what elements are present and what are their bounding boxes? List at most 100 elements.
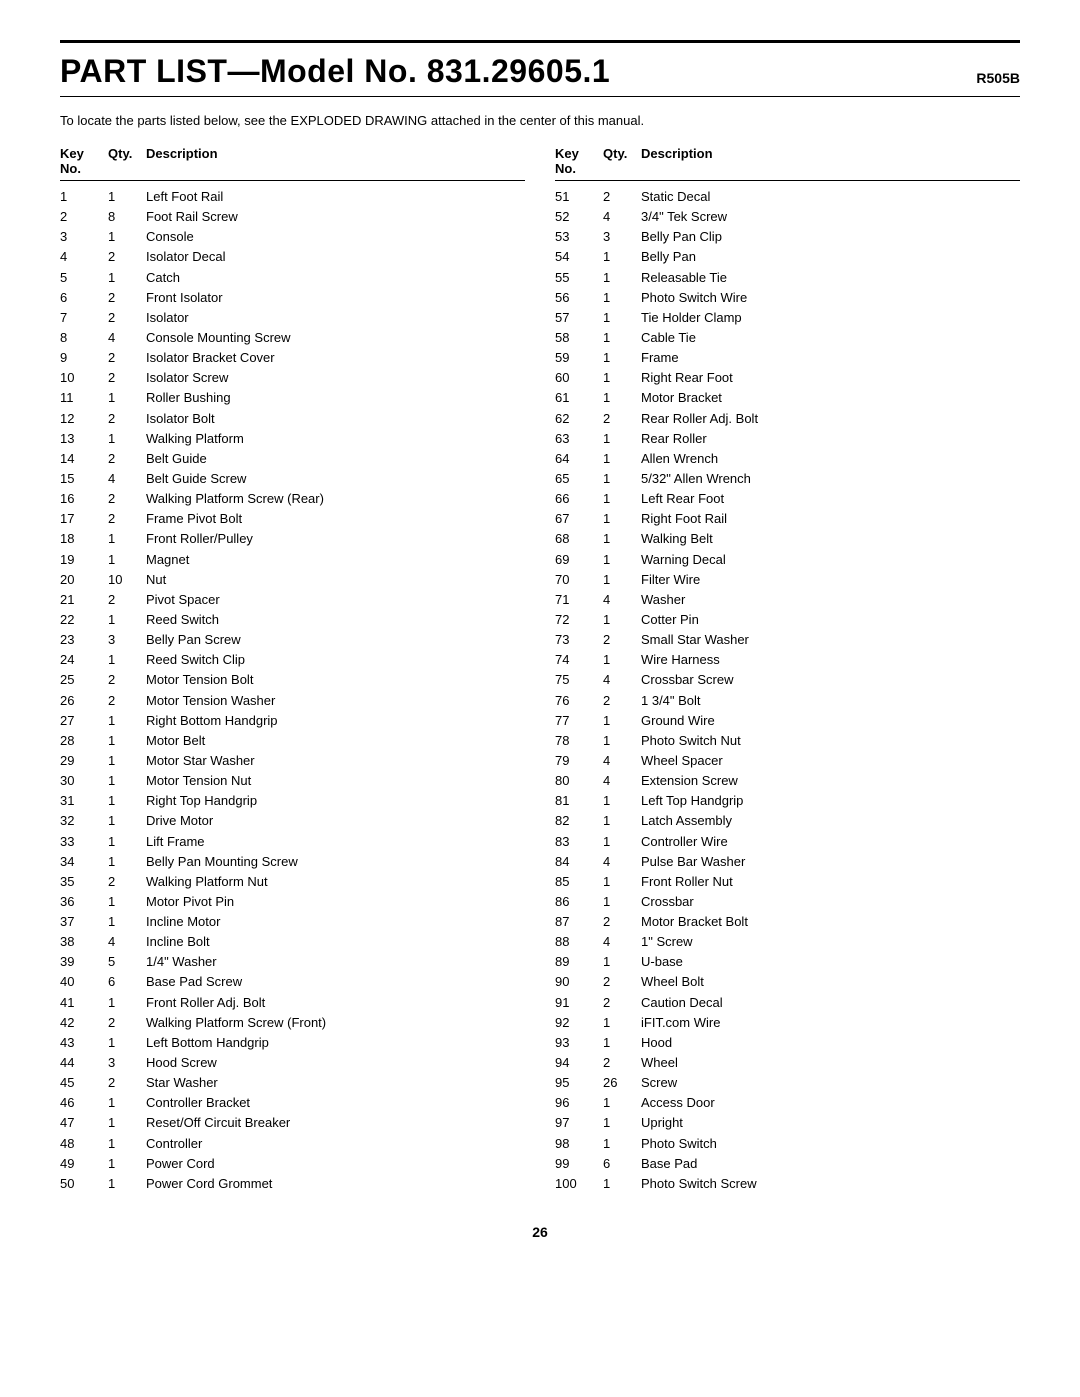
part-keyno: 48 — [60, 1134, 108, 1154]
part-keyno: 75 — [555, 670, 603, 690]
part-qty: 2 — [108, 368, 146, 388]
table-row: 98 1 Photo Switch — [555, 1134, 1020, 1154]
part-keyno: 11 — [60, 388, 108, 408]
table-row: 63 1 Rear Roller — [555, 429, 1020, 449]
part-qty: 1 — [603, 469, 641, 489]
part-desc: Screw — [641, 1073, 1020, 1093]
part-desc: Reed Switch Clip — [146, 650, 525, 670]
left-header-qty: Qty. — [108, 146, 146, 176]
part-qty: 1 — [603, 570, 641, 590]
part-keyno: 47 — [60, 1113, 108, 1133]
part-qty: 1 — [603, 328, 641, 348]
part-qty: 1 — [603, 368, 641, 388]
part-keyno: 61 — [555, 388, 603, 408]
part-desc: Photo Switch — [641, 1134, 1020, 1154]
table-row: 29 1 Motor Star Washer — [60, 751, 525, 771]
part-keyno: 59 — [555, 348, 603, 368]
table-row: 92 1 iFIT.com Wire — [555, 1013, 1020, 1033]
table-row: 85 1 Front Roller Nut — [555, 872, 1020, 892]
part-keyno: 69 — [555, 550, 603, 570]
part-desc: Allen Wrench — [641, 449, 1020, 469]
table-row: 34 1 Belly Pan Mounting Screw — [60, 852, 525, 872]
part-qty: 1 — [108, 832, 146, 852]
part-keyno: 18 — [60, 529, 108, 549]
part-qty: 2 — [603, 630, 641, 650]
part-qty: 1 — [108, 811, 146, 831]
part-desc: Motor Tension Nut — [146, 771, 525, 791]
part-qty: 1 — [603, 1174, 641, 1194]
part-qty: 2 — [108, 509, 146, 529]
part-keyno: 41 — [60, 993, 108, 1013]
table-row: 16 2 Walking Platform Screw (Rear) — [60, 489, 525, 509]
part-desc: Walking Platform — [146, 429, 525, 449]
part-qty: 1 — [108, 550, 146, 570]
part-keyno: 19 — [60, 550, 108, 570]
part-keyno: 34 — [60, 852, 108, 872]
part-keyno: 43 — [60, 1033, 108, 1053]
part-desc: Extension Screw — [641, 771, 1020, 791]
table-row: 48 1 Controller — [60, 1134, 525, 1154]
part-qty: 1 — [108, 1033, 146, 1053]
part-qty: 5 — [108, 952, 146, 972]
table-row: 58 1 Cable Tie — [555, 328, 1020, 348]
part-qty: 2 — [603, 409, 641, 429]
part-keyno: 26 — [60, 691, 108, 711]
part-desc: Belly Pan Mounting Screw — [146, 852, 525, 872]
table-row: 82 1 Latch Assembly — [555, 811, 1020, 831]
part-desc: Right Bottom Handgrip — [146, 711, 525, 731]
part-keyno: 65 — [555, 469, 603, 489]
part-desc: Isolator Bracket Cover — [146, 348, 525, 368]
part-desc: Incline Motor — [146, 912, 525, 932]
part-desc: iFIT.com Wire — [641, 1013, 1020, 1033]
part-qty: 1 — [108, 650, 146, 670]
table-row: 10 2 Isolator Screw — [60, 368, 525, 388]
part-desc: Cable Tie — [641, 328, 1020, 348]
part-qty: 1 — [108, 187, 146, 207]
part-qty: 1 — [108, 1134, 146, 1154]
part-desc: Motor Tension Bolt — [146, 670, 525, 690]
part-desc: Washer — [641, 590, 1020, 610]
part-desc: Walking Platform Screw (Rear) — [146, 489, 525, 509]
part-keyno: 96 — [555, 1093, 603, 1113]
part-qty: 1 — [603, 388, 641, 408]
part-keyno: 91 — [555, 993, 603, 1013]
part-keyno: 25 — [60, 670, 108, 690]
part-keyno: 23 — [60, 630, 108, 650]
part-keyno: 46 — [60, 1093, 108, 1113]
table-row: 38 4 Incline Bolt — [60, 932, 525, 952]
part-desc: U-base — [641, 952, 1020, 972]
table-row: 81 1 Left Top Handgrip — [555, 791, 1020, 811]
part-desc: Right Rear Foot — [641, 368, 1020, 388]
part-desc: Motor Bracket — [641, 388, 1020, 408]
part-desc: Motor Bracket Bolt — [641, 912, 1020, 932]
part-keyno: 2 — [60, 207, 108, 227]
part-qty: 1 — [108, 1113, 146, 1133]
part-desc: Frame — [641, 348, 1020, 368]
part-keyno: 68 — [555, 529, 603, 549]
table-row: 44 3 Hood Screw — [60, 1053, 525, 1073]
part-qty: 4 — [108, 328, 146, 348]
part-keyno: 81 — [555, 791, 603, 811]
part-qty: 1 — [603, 1013, 641, 1033]
table-row: 61 1 Motor Bracket — [555, 388, 1020, 408]
part-desc: Belt Guide — [146, 449, 525, 469]
table-row: 53 3 Belly Pan Clip — [555, 227, 1020, 247]
part-desc: Photo Switch Wire — [641, 288, 1020, 308]
part-qty: 1 — [603, 429, 641, 449]
part-qty: 3 — [108, 630, 146, 650]
part-desc: Belly Pan Clip — [641, 227, 1020, 247]
part-qty: 4 — [108, 469, 146, 489]
part-keyno: 31 — [60, 791, 108, 811]
part-qty: 1 — [108, 388, 146, 408]
part-desc: Pulse Bar Washer — [641, 852, 1020, 872]
part-qty: 2 — [108, 348, 146, 368]
part-desc: Right Top Handgrip — [146, 791, 525, 811]
part-desc: Reset/Off Circuit Breaker — [146, 1113, 525, 1133]
part-qty: 1 — [108, 1174, 146, 1194]
part-keyno: 5 — [60, 268, 108, 288]
right-parts-container: 51 2 Static Decal 52 4 3/4" Tek Screw 53… — [555, 187, 1020, 1194]
part-desc: Drive Motor — [146, 811, 525, 831]
part-qty: 1 — [108, 610, 146, 630]
table-row: 12 2 Isolator Bolt — [60, 409, 525, 429]
part-desc: Ground Wire — [641, 711, 1020, 731]
